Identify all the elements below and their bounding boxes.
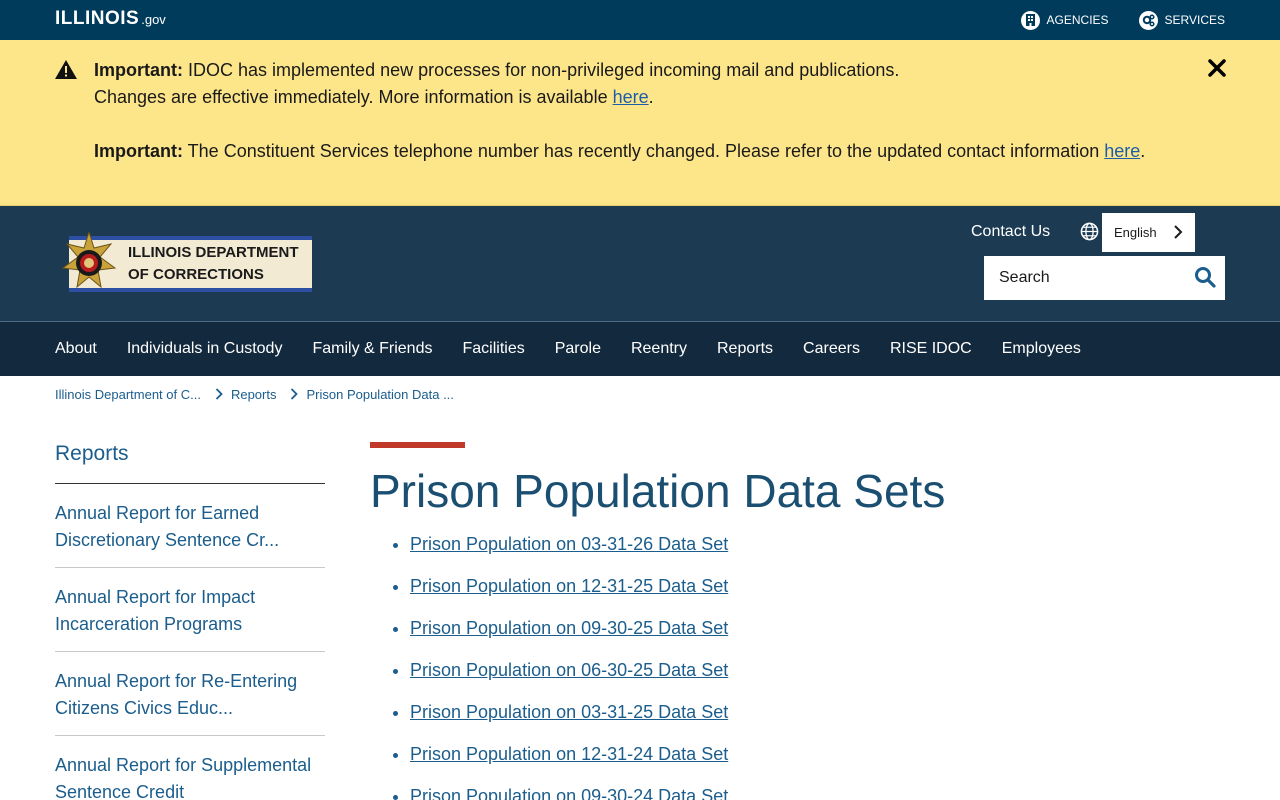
breadcrumb-current[interactable]: Prison Population Data ... [306,387,453,402]
alert-label-1: Important: [94,60,183,80]
search-input[interactable] [984,269,1184,287]
nav-item-about[interactable]: About [55,340,97,358]
data-set-link[interactable]: Prison Population on 12-31-24 Data Set [410,744,728,764]
list-item: Prison Population on 09-30-25 Data Set [410,616,1230,658]
chevron-right-icon [290,388,299,400]
illinois-logo-text: ILLINOIS [55,8,140,29]
list-item: Prison Population on 03-31-26 Data Set [410,532,1230,574]
globe-icon [1080,222,1099,241]
main-nav: About Individuals in Custody Family & Fr… [0,321,1280,376]
alert-end-1: . [648,87,654,107]
nav-item-facilities[interactable]: Facilities [462,340,524,358]
alert-link-1[interactable]: here [613,87,649,107]
nav-item-employees[interactable]: Employees [1002,340,1081,358]
gears-icon [1138,10,1158,30]
alert-link-2[interactable]: here [1104,141,1140,161]
alert-message-1b: Changes are effective immediately. More … [94,84,1214,111]
site-header: ILLINOIS DEPARTMENT OF CORRECTIONS Conta… [0,206,1280,321]
data-set-link[interactable]: Prison Population on 09-30-24 Data Set [410,786,728,800]
data-set-link[interactable]: Prison Population on 09-30-25 Data Set [410,618,728,638]
nav-item-rise-idoc[interactable]: RISE IDOC [890,340,972,358]
language-select[interactable]: English [1102,213,1195,252]
alert-banner: Important: IDOC has implemented new proc… [0,40,1280,206]
illinois-logo-suffix: .gov [141,12,166,27]
alert-label-2: Important: [94,141,183,161]
list-item: Prison Population on 03-31-25 Data Set [410,700,1230,742]
nav-item-family-friends[interactable]: Family & Friends [312,340,432,358]
list-item: Prison Population on 06-30-25 Data Set [410,658,1230,700]
list-item: Prison Population on 12-31-25 Data Set [410,574,1230,616]
chevron-right-icon [1174,225,1183,239]
nav-item-individuals-in-custody[interactable]: Individuals in Custody [127,340,283,358]
chevron-right-icon [215,388,223,400]
sidebar-item-impact-incarceration[interactable]: Annual Report for Impact Incarceration P… [55,568,325,652]
alert-end-2: . [1140,141,1146,161]
data-set-link[interactable]: Prison Population on 03-31-25 Data Set [410,702,728,722]
breadcrumb-home[interactable]: Illinois Department of C... [55,387,201,402]
agencies-label: AGENCIES [1046,13,1109,27]
alert-text-1b: Changes are effective immediately. More … [94,87,613,107]
nav-item-reentry[interactable]: Reentry [631,340,687,358]
alert-text: Important: IDOC has implemented new proc… [94,57,1214,165]
nav-item-parole[interactable]: Parole [555,340,601,358]
state-bar: ILLINOIS .gov AGENCIES SERVICES [0,0,1280,40]
language-label: English [1114,225,1157,240]
alert-text-2: The Constituent Services telephone numbe… [183,141,1105,161]
list-item: Prison Population on 09-30-24 Data Set [410,784,1230,800]
title-accent-bar [370,442,465,448]
alert-message-1: Important: IDOC has implemented new proc… [94,57,1214,84]
nav-item-careers[interactable]: Careers [803,340,860,358]
breadcrumb: Illinois Department of C... Reports Pris… [55,385,454,403]
illinois-gov-logo[interactable]: ILLINOIS .gov [55,8,166,30]
services-label: SERVICES [1164,13,1225,27]
idoc-logo[interactable]: ILLINOIS DEPARTMENT OF CORRECTIONS [55,232,312,304]
main-content: Prison Population Data Sets Prison Popul… [370,442,1230,800]
breadcrumb-reports[interactable]: Reports [231,387,277,402]
list-item: Prison Population on 12-31-24 Data Set [410,742,1230,784]
data-set-link[interactable]: Prison Population on 06-30-25 Data Set [410,660,728,680]
data-set-link[interactable]: Prison Population on 03-31-26 Data Set [410,534,728,554]
contact-us-link[interactable]: Contact Us [971,223,1050,241]
agency-name-line-1: ILLINOIS DEPARTMENT [128,244,299,261]
data-set-list: Prison Population on 03-31-26 Data Set P… [370,532,1230,800]
building-icon [1020,10,1040,30]
services-link[interactable]: SERVICES [1138,10,1225,30]
sidebar-item-civics-education[interactable]: Annual Report for Re-Entering Citizens C… [55,652,325,736]
agencies-link[interactable]: AGENCIES [1020,10,1109,30]
agency-name-line-2: OF CORRECTIONS [128,266,264,283]
sidebar: Reports Annual Report for Earned Discret… [55,442,325,800]
sidebar-item-supplemental-credit[interactable]: Annual Report for Supplemental Sentence … [55,736,325,800]
alert-spacer [94,111,1214,138]
nav-item-reports[interactable]: Reports [717,340,773,358]
search-icon[interactable] [1194,266,1216,288]
search-box [984,256,1225,300]
warning-icon [55,60,77,79]
state-links: AGENCIES SERVICES [1020,0,1225,40]
alert-text-1a: IDOC has implemented new processes for n… [183,60,900,80]
sidebar-title[interactable]: Reports [55,442,325,484]
page-title: Prison Population Data Sets [370,465,946,517]
alert-message-2: Important: The Constituent Services tele… [94,138,1214,165]
sidebar-item-earned-discretionary[interactable]: Annual Report for Earned Discretionary S… [55,484,325,568]
data-set-link[interactable]: Prison Population on 12-31-25 Data Set [410,576,728,596]
close-icon[interactable] [1207,58,1227,78]
